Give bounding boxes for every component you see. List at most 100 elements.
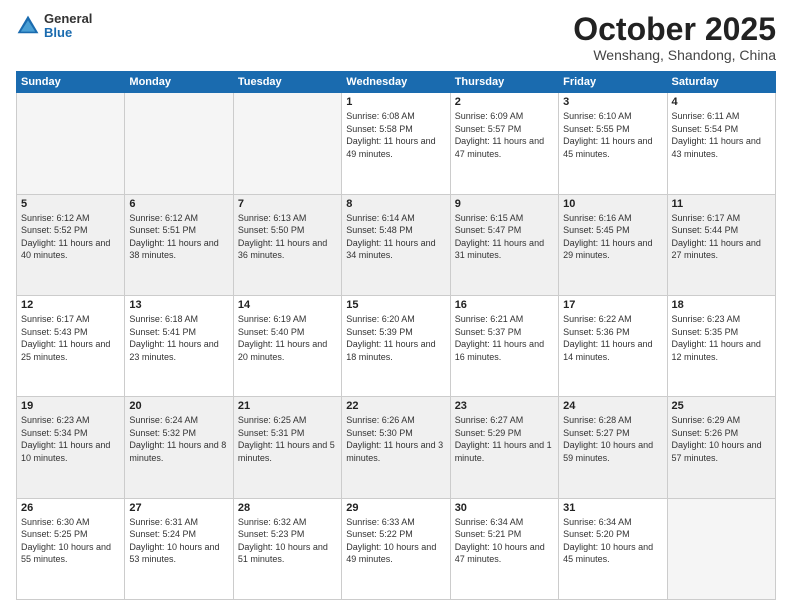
calendar-cell: 24 Sunrise: 6:28 AM Sunset: 5:27 PM Dayl… xyxy=(559,397,667,498)
daylight-label: Daylight: 11 hours and 3 minutes. xyxy=(346,440,443,463)
day-number: 9 xyxy=(455,198,554,210)
day-number: 25 xyxy=(672,400,771,412)
calendar-cell: 3 Sunrise: 6:10 AM Sunset: 5:55 PM Dayli… xyxy=(559,93,667,194)
weekday-header-saturday: Saturday xyxy=(667,72,775,93)
day-number: 12 xyxy=(21,299,120,311)
sunset-label: Sunset: 5:29 PM xyxy=(455,428,522,438)
sunset-label: Sunset: 5:35 PM xyxy=(672,327,739,337)
day-info: Sunrise: 6:23 AM Sunset: 5:35 PM Dayligh… xyxy=(672,313,771,363)
calendar-cell: 16 Sunrise: 6:21 AM Sunset: 5:37 PM Dayl… xyxy=(450,295,558,396)
sunset-label: Sunset: 5:57 PM xyxy=(455,124,522,134)
logo: General Blue xyxy=(16,12,92,41)
daylight-label: Daylight: 10 hours and 45 minutes. xyxy=(563,542,653,565)
daylight-label: Daylight: 11 hours and 45 minutes. xyxy=(563,136,652,159)
sunset-label: Sunset: 5:58 PM xyxy=(346,124,413,134)
sunset-label: Sunset: 5:32 PM xyxy=(129,428,196,438)
sunset-label: Sunset: 5:23 PM xyxy=(238,529,305,539)
sunset-label: Sunset: 5:47 PM xyxy=(455,225,522,235)
calendar-cell xyxy=(667,498,775,599)
weekday-header-thursday: Thursday xyxy=(450,72,558,93)
daylight-label: Daylight: 11 hours and 29 minutes. xyxy=(563,238,652,261)
calendar-cell: 7 Sunrise: 6:13 AM Sunset: 5:50 PM Dayli… xyxy=(233,194,341,295)
day-number: 21 xyxy=(238,400,337,412)
day-number: 31 xyxy=(563,502,662,514)
location-subtitle: Wenshang, Shandong, China xyxy=(573,47,776,63)
logo-text: General Blue xyxy=(44,12,92,41)
day-info: Sunrise: 6:32 AM Sunset: 5:23 PM Dayligh… xyxy=(238,516,337,566)
daylight-label: Daylight: 10 hours and 51 minutes. xyxy=(238,542,328,565)
calendar-cell: 28 Sunrise: 6:32 AM Sunset: 5:23 PM Dayl… xyxy=(233,498,341,599)
day-number: 27 xyxy=(129,502,228,514)
sunset-label: Sunset: 5:31 PM xyxy=(238,428,305,438)
sunrise-label: Sunrise: 6:10 AM xyxy=(563,111,632,121)
daylight-label: Daylight: 11 hours and 8 minutes. xyxy=(129,440,226,463)
daylight-label: Daylight: 11 hours and 12 minutes. xyxy=(672,339,761,362)
daylight-label: Daylight: 11 hours and 20 minutes. xyxy=(238,339,327,362)
calendar-cell: 29 Sunrise: 6:33 AM Sunset: 5:22 PM Dayl… xyxy=(342,498,450,599)
day-info: Sunrise: 6:28 AM Sunset: 5:27 PM Dayligh… xyxy=(563,414,662,464)
daylight-label: Daylight: 11 hours and 18 minutes. xyxy=(346,339,435,362)
sunset-label: Sunset: 5:34 PM xyxy=(21,428,88,438)
calendar-cell: 26 Sunrise: 6:30 AM Sunset: 5:25 PM Dayl… xyxy=(17,498,125,599)
daylight-label: Daylight: 11 hours and 49 minutes. xyxy=(346,136,435,159)
daylight-label: Daylight: 11 hours and 36 minutes. xyxy=(238,238,327,261)
day-number: 30 xyxy=(455,502,554,514)
calendar-cell: 10 Sunrise: 6:16 AM Sunset: 5:45 PM Dayl… xyxy=(559,194,667,295)
sunrise-label: Sunrise: 6:21 AM xyxy=(455,314,524,324)
sunrise-label: Sunrise: 6:23 AM xyxy=(21,415,90,425)
sunrise-label: Sunrise: 6:30 AM xyxy=(21,517,90,527)
daylight-label: Daylight: 10 hours and 59 minutes. xyxy=(563,440,653,463)
day-info: Sunrise: 6:34 AM Sunset: 5:20 PM Dayligh… xyxy=(563,516,662,566)
day-info: Sunrise: 6:08 AM Sunset: 5:58 PM Dayligh… xyxy=(346,110,445,160)
weekday-header-tuesday: Tuesday xyxy=(233,72,341,93)
calendar-table: SundayMondayTuesdayWednesdayThursdayFrid… xyxy=(16,71,776,600)
sunset-label: Sunset: 5:21 PM xyxy=(455,529,522,539)
day-info: Sunrise: 6:16 AM Sunset: 5:45 PM Dayligh… xyxy=(563,212,662,262)
day-number: 14 xyxy=(238,299,337,311)
day-info: Sunrise: 6:15 AM Sunset: 5:47 PM Dayligh… xyxy=(455,212,554,262)
sunset-label: Sunset: 5:39 PM xyxy=(346,327,413,337)
sunrise-label: Sunrise: 6:17 AM xyxy=(21,314,90,324)
sunrise-label: Sunrise: 6:17 AM xyxy=(672,213,741,223)
calendar-cell: 23 Sunrise: 6:27 AM Sunset: 5:29 PM Dayl… xyxy=(450,397,558,498)
daylight-label: Daylight: 11 hours and 47 minutes. xyxy=(455,136,544,159)
day-info: Sunrise: 6:11 AM Sunset: 5:54 PM Dayligh… xyxy=(672,110,771,160)
day-number: 2 xyxy=(455,96,554,108)
month-title: October 2025 xyxy=(573,12,776,47)
sunrise-label: Sunrise: 6:24 AM xyxy=(129,415,198,425)
day-info: Sunrise: 6:10 AM Sunset: 5:55 PM Dayligh… xyxy=(563,110,662,160)
sunset-label: Sunset: 5:25 PM xyxy=(21,529,88,539)
daylight-label: Daylight: 11 hours and 43 minutes. xyxy=(672,136,761,159)
day-number: 20 xyxy=(129,400,228,412)
calendar-cell: 14 Sunrise: 6:19 AM Sunset: 5:40 PM Dayl… xyxy=(233,295,341,396)
calendar-week-2: 5 Sunrise: 6:12 AM Sunset: 5:52 PM Dayli… xyxy=(17,194,776,295)
calendar-cell xyxy=(17,93,125,194)
sunrise-label: Sunrise: 6:31 AM xyxy=(129,517,198,527)
day-number: 8 xyxy=(346,198,445,210)
daylight-label: Daylight: 10 hours and 53 minutes. xyxy=(129,542,219,565)
day-info: Sunrise: 6:34 AM Sunset: 5:21 PM Dayligh… xyxy=(455,516,554,566)
day-number: 18 xyxy=(672,299,771,311)
sunset-label: Sunset: 5:44 PM xyxy=(672,225,739,235)
sunrise-label: Sunrise: 6:28 AM xyxy=(563,415,632,425)
calendar-cell: 17 Sunrise: 6:22 AM Sunset: 5:36 PM Dayl… xyxy=(559,295,667,396)
day-number: 24 xyxy=(563,400,662,412)
day-number: 15 xyxy=(346,299,445,311)
header: General Blue October 2025 Wenshang, Shan… xyxy=(16,12,776,63)
sunset-label: Sunset: 5:43 PM xyxy=(21,327,88,337)
day-info: Sunrise: 6:25 AM Sunset: 5:31 PM Dayligh… xyxy=(238,414,337,464)
daylight-label: Daylight: 11 hours and 5 minutes. xyxy=(238,440,335,463)
sunset-label: Sunset: 5:41 PM xyxy=(129,327,196,337)
calendar-cell: 18 Sunrise: 6:23 AM Sunset: 5:35 PM Dayl… xyxy=(667,295,775,396)
day-number: 1 xyxy=(346,96,445,108)
calendar-cell: 4 Sunrise: 6:11 AM Sunset: 5:54 PM Dayli… xyxy=(667,93,775,194)
sunset-label: Sunset: 5:54 PM xyxy=(672,124,739,134)
day-number: 16 xyxy=(455,299,554,311)
sunset-label: Sunset: 5:50 PM xyxy=(238,225,305,235)
sunrise-label: Sunrise: 6:08 AM xyxy=(346,111,415,121)
sunset-label: Sunset: 5:22 PM xyxy=(346,529,413,539)
sunrise-label: Sunrise: 6:18 AM xyxy=(129,314,198,324)
day-info: Sunrise: 6:19 AM Sunset: 5:40 PM Dayligh… xyxy=(238,313,337,363)
day-number: 23 xyxy=(455,400,554,412)
day-info: Sunrise: 6:17 AM Sunset: 5:43 PM Dayligh… xyxy=(21,313,120,363)
